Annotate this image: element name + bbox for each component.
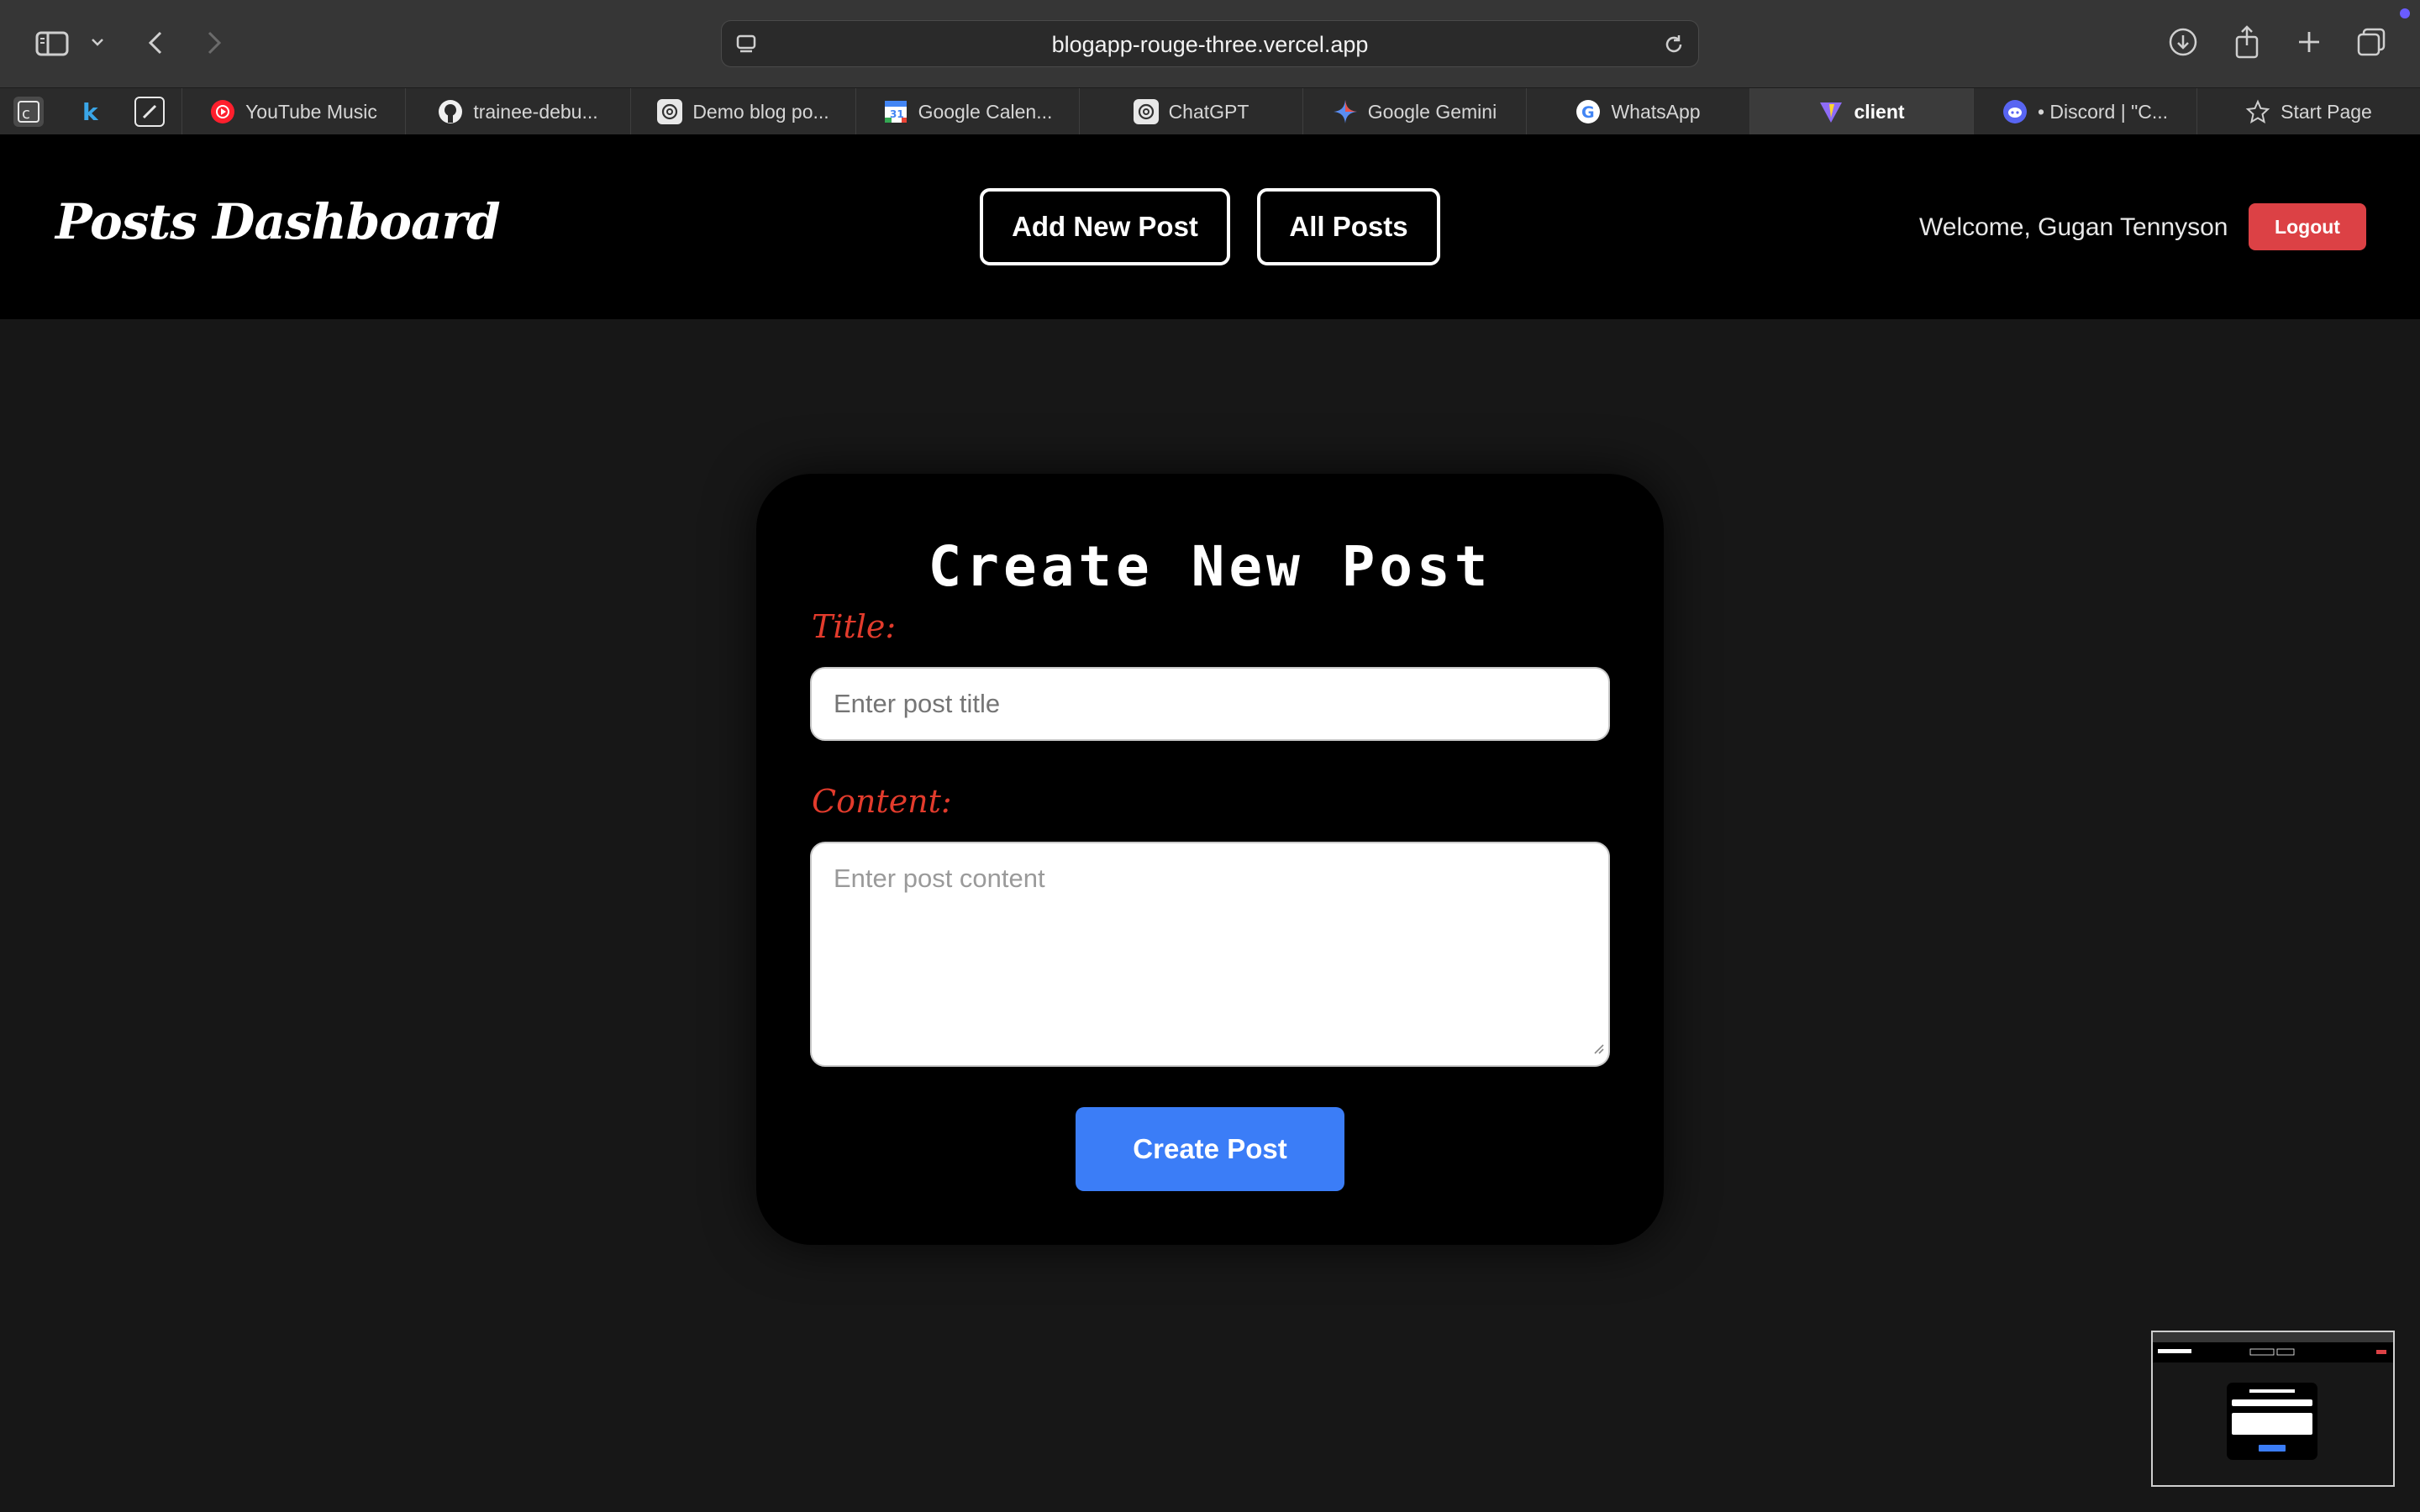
create-post-button[interactable]: Create Post	[1076, 1107, 1344, 1191]
chevron-down-icon[interactable]	[87, 32, 108, 52]
new-tab-plus-icon[interactable]	[2292, 25, 2326, 59]
notification-dot	[2400, 8, 2410, 18]
content-textarea[interactable]: Enter post content	[810, 842, 1610, 1067]
content-placeholder: Enter post content	[834, 864, 1045, 893]
pen-app-icon	[142, 104, 157, 119]
tab-label: YouTube Music	[245, 100, 377, 123]
title-label: Title:	[812, 608, 897, 645]
tab-discord[interactable]: • Discord | "C...	[1973, 88, 2196, 135]
content-label: Content:	[812, 783, 952, 820]
pinned-tab-2[interactable]: k	[74, 97, 104, 127]
tab-label: Google Calen...	[918, 100, 1053, 123]
app-header: Posts Dashboard Add New Post All Posts W…	[0, 134, 2420, 319]
google-calendar-icon: 31	[883, 99, 908, 124]
svg-text:G: G	[1581, 103, 1595, 122]
logout-button[interactable]: Logout	[2249, 203, 2366, 250]
browser-toolbar: blogapp-rouge-three.vercel.app	[0, 0, 2420, 87]
youtube-music-icon	[210, 99, 235, 124]
thumbnail-preview-image	[2153, 1332, 2393, 1460]
download-icon[interactable]	[2166, 25, 2200, 59]
google-icon: G	[1576, 99, 1601, 124]
sidebar-toggle-icon[interactable]	[32, 25, 72, 62]
pinned-app-icon: c	[18, 101, 39, 123]
add-new-post-button[interactable]: Add New Post	[980, 188, 1230, 265]
forward-arrow-icon	[202, 27, 227, 59]
discord-icon	[2002, 99, 2028, 124]
pinned-tab-3[interactable]	[134, 97, 165, 127]
reload-icon[interactable]	[1661, 32, 1686, 57]
all-posts-button[interactable]: All Posts	[1257, 188, 1440, 265]
screenshot-thumbnail[interactable]	[2151, 1331, 2395, 1487]
svg-text:c: c	[22, 105, 30, 123]
back-arrow-icon[interactable]	[143, 27, 168, 59]
star-icon	[2245, 99, 2270, 124]
tab-github[interactable]: trainee-debu...	[405, 88, 630, 135]
tab-start-page[interactable]: Start Page	[2196, 88, 2420, 135]
resize-handle-icon[interactable]	[1591, 1032, 1605, 1062]
tab-whatsapp[interactable]: G WhatsApp	[1526, 88, 1749, 135]
tab-label: Demo blog po...	[692, 100, 829, 123]
tab-label: Start Page	[2281, 100, 2372, 123]
tab-overview-icon[interactable]	[2354, 25, 2388, 59]
tab-label: Google Gemini	[1367, 100, 1497, 123]
pinned-tab-1[interactable]: c	[13, 97, 44, 127]
tab-youtube-music[interactable]: YouTube Music	[182, 88, 405, 135]
form-heading: Create New Post	[928, 534, 1492, 599]
title-input[interactable]	[810, 667, 1610, 741]
url-text: blogapp-rouge-three.vercel.app	[1051, 32, 1369, 57]
tab-client[interactable]: client	[1749, 88, 1973, 135]
github-icon	[438, 99, 463, 124]
create-post-card: Create New Post Title: Content: Enter po…	[756, 474, 1664, 1245]
share-icon[interactable]	[2230, 24, 2264, 60]
address-bar[interactable]: blogapp-rouge-three.vercel.app	[721, 20, 1699, 67]
svg-text:31: 31	[890, 108, 904, 120]
tab-google-gemini[interactable]: Google Gemini	[1302, 88, 1526, 135]
welcome-text: Welcome, Gugan Tennyson	[1919, 213, 2228, 241]
svg-text:k: k	[82, 100, 99, 123]
tab-google-calendar[interactable]: 31 Google Calen...	[855, 88, 1079, 135]
chatgpt-icon	[657, 99, 683, 124]
tab-demo-blog[interactable]: Demo blog po...	[630, 88, 855, 135]
tab-label: trainee-debu...	[473, 100, 598, 123]
vite-icon	[1818, 99, 1844, 124]
tab-label: WhatsApp	[1611, 100, 1701, 123]
chatgpt-icon	[1133, 99, 1159, 124]
tab-label: client	[1854, 100, 1905, 123]
tab-bar: c k YouTube Music trainee-debu... Demo b…	[0, 87, 2420, 135]
brand-title: Posts Dashboard	[55, 193, 501, 250]
tab-label: ChatGPT	[1168, 100, 1249, 123]
tab-chatgpt[interactable]: ChatGPT	[1079, 88, 1302, 135]
k-app-icon: k	[82, 100, 99, 123]
gemini-icon	[1333, 99, 1358, 124]
tab-label: • Discord | "C...	[2037, 100, 2169, 123]
